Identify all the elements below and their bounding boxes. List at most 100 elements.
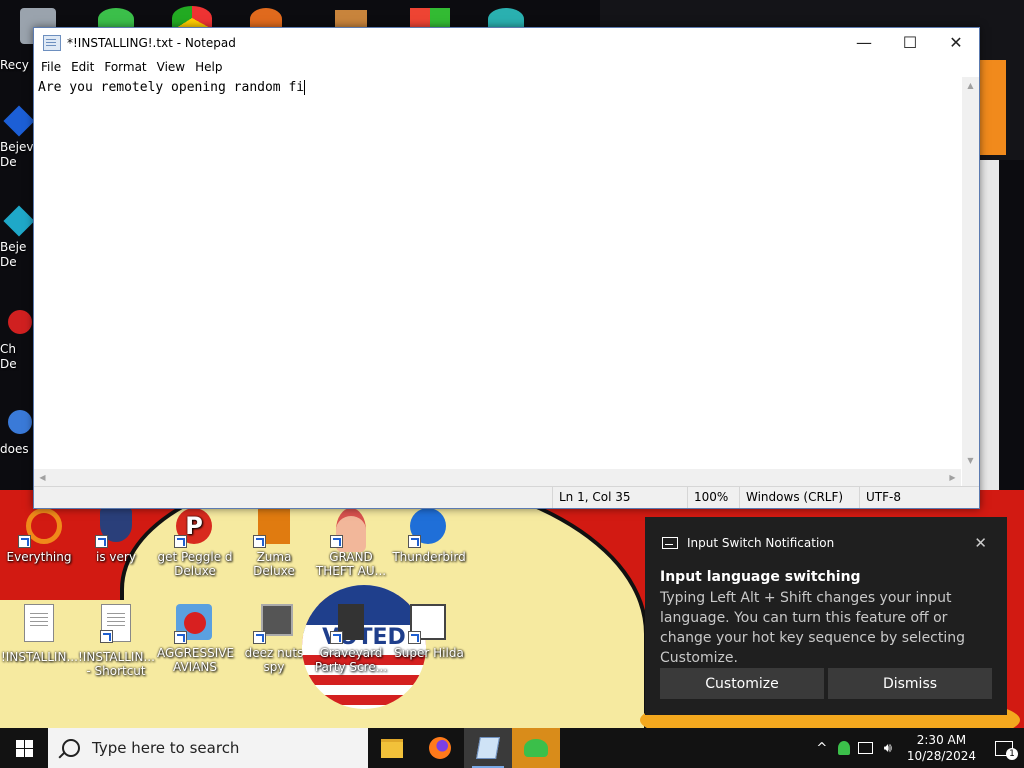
editor-content: Are you remotely opening random fi — [38, 80, 305, 95]
magnifier-icon — [18, 508, 62, 548]
thunderbird-icon — [408, 508, 448, 548]
gem-icon — [3, 205, 35, 237]
toast-title: Input language switching — [660, 569, 861, 585]
people-icon[interactable] — [833, 728, 855, 768]
horizontal-scrollbar[interactable]: ◀ ▶ — [34, 469, 961, 486]
toast-header: Input Switch Notification — [662, 536, 834, 550]
notepad-icon — [43, 34, 61, 51]
scroll-right-arrow-icon[interactable]: ▶ — [944, 469, 961, 486]
desktop-label: is very — [96, 550, 136, 564]
scroll-down-arrow-icon[interactable]: ▼ — [962, 452, 979, 469]
title-bar[interactable]: *!INSTALLING!.txt - Notepad — ☐ ✕ — [34, 28, 979, 57]
status-bar: Ln 1, Col 35 100% Windows (CRLF) UTF-8 — [34, 486, 979, 508]
notification-count-badge: 1 — [1006, 748, 1018, 760]
desktop-label: Zuma Deluxe — [253, 550, 295, 578]
desktop-icon-thunderbird[interactable]: Thunderbird — [391, 508, 467, 564]
clock-time: 2:30 AM — [916, 733, 967, 747]
desktop-label: !INSTALLIN... - Shortcut — [78, 650, 155, 678]
search-icon — [62, 739, 80, 757]
text-file-icon — [24, 604, 54, 642]
background-window-edge — [976, 60, 1006, 155]
desktop-label: !INSTALLIN... — [1, 650, 78, 664]
app-taskbar-button[interactable] — [512, 728, 560, 768]
desktop-label: deez nuts spy — [244, 646, 304, 674]
menu-edit[interactable]: Edit — [66, 60, 99, 74]
pixel-character-icon — [408, 604, 448, 644]
vertical-scrollbar[interactable]: ▲ ▼ — [962, 77, 979, 469]
desktop-icon-is-very[interactable]: is very — [78, 508, 154, 564]
desktop-icon-peggle[interactable]: P get Peggle d Deluxe — [157, 508, 233, 578]
desktop-icon-zuma[interactable]: Zuma Deluxe — [236, 508, 312, 578]
status-cursor-position: Ln 1, Col 35 — [552, 487, 687, 508]
chevron-up-icon[interactable]: ^ — [811, 728, 833, 768]
scroll-left-arrow-icon[interactable]: ◀ — [34, 469, 51, 486]
desktop-label: AGGRESSIVE AVIANS — [157, 646, 235, 674]
keyboard-icon — [662, 537, 678, 549]
app-icon-blue — [8, 410, 32, 434]
close-icon[interactable]: ✕ — [974, 534, 987, 552]
customize-button[interactable]: Customize — [660, 668, 824, 699]
input-switch-notification[interactable]: Input Switch Notification ✕ Input langua… — [645, 517, 1007, 715]
desktop-icon-deez-nuts-spy[interactable]: deez nuts spy — [236, 604, 312, 674]
desktop-icon-installing[interactable]: !INSTALLIN... — [1, 604, 78, 664]
clock-date: 10/28/2024 — [906, 749, 976, 763]
toast-app-name: Input Switch Notification — [687, 536, 835, 550]
system-tray: ^ 🔊︎ 2:30 AM 10/28/2024 1 — [811, 728, 1024, 768]
window-title: *!INSTALLING!.txt - Notepad — [67, 35, 236, 50]
volume-icon[interactable]: 🔊︎ — [877, 728, 899, 768]
scroll-corner — [962, 469, 979, 486]
shield-icon — [95, 508, 135, 548]
menu-file[interactable]: File — [36, 60, 66, 74]
character-icon — [330, 508, 370, 552]
toast-body: Typing Left Alt + Shift changes your inp… — [660, 590, 966, 666]
desktop-icon-super-hilda[interactable]: Super Hilda — [391, 604, 467, 660]
desktop-icon-aggressive-avians[interactable]: AGGRESSIVE AVIANS — [157, 604, 235, 674]
gem-icon — [3, 105, 35, 137]
menu-help[interactable]: Help — [190, 60, 227, 74]
minimize-button[interactable]: — — [841, 28, 887, 57]
zuma-icon — [253, 508, 293, 548]
clock[interactable]: 2:30 AM 10/28/2024 — [899, 732, 984, 764]
notepad-window[interactable]: *!INSTALLING!.txt - Notepad — ☐ ✕ File E… — [33, 27, 980, 509]
peggle-icon: P — [174, 508, 214, 548]
firefox-button[interactable] — [416, 728, 464, 768]
desktop-icon-everything[interactable]: Everything — [1, 508, 77, 564]
notepad-icon — [476, 737, 500, 759]
menu-bar: File Edit Format View Help — [34, 57, 979, 77]
maximize-button[interactable]: ☐ — [887, 28, 933, 57]
angry-bird-icon — [174, 604, 214, 644]
menu-view[interactable]: View — [152, 60, 190, 74]
desktop-label: Super Hilda — [394, 646, 464, 660]
network-icon[interactable] — [855, 728, 877, 768]
text-caret — [304, 80, 306, 95]
desktop-label: Graveyard Party Scre... — [314, 646, 388, 674]
action-center-button[interactable]: 1 — [984, 728, 1024, 768]
desktop-label: get Peggle d Deluxe — [157, 550, 233, 578]
menu-format[interactable]: Format — [99, 60, 151, 74]
file-explorer-button[interactable] — [368, 728, 416, 768]
text-file-icon — [100, 604, 131, 643]
start-button[interactable] — [0, 728, 48, 768]
desktop-icon-gta[interactable]: GRAND THEFT AU... — [313, 508, 389, 578]
windows-stack-icon — [253, 604, 293, 644]
game-icon — [330, 604, 370, 644]
text-editor[interactable]: Are you remotely opening random fi — [34, 77, 961, 469]
search-box[interactable]: Type here to search — [48, 728, 368, 768]
desktop-icon-installing-shortcut[interactable]: !INSTALLIN... - Shortcut — [78, 604, 155, 678]
users-icon — [524, 739, 548, 757]
taskbar: Type here to search ^ 🔊︎ 2:30 AM 10/28/2… — [0, 728, 1024, 768]
desktop-icon-graveyard-party[interactable]: Graveyard Party Scre... — [313, 604, 389, 674]
desktop-label: Everything — [6, 550, 72, 564]
folder-icon — [381, 738, 403, 758]
search-placeholder: Type here to search — [92, 739, 240, 757]
notepad-taskbar-button[interactable] — [464, 728, 512, 768]
windows-logo-icon — [15, 739, 33, 757]
scroll-up-arrow-icon[interactable]: ▲ — [962, 77, 979, 94]
desktop-label: Thunderbird — [392, 550, 466, 564]
status-line-ending: Windows (CRLF) — [739, 487, 859, 508]
desktop-label: GRAND THEFT AU... — [315, 550, 387, 578]
dismiss-button[interactable]: Dismiss — [828, 668, 992, 699]
close-button[interactable]: ✕ — [933, 28, 979, 57]
status-encoding: UTF-8 — [859, 487, 979, 508]
firefox-icon — [429, 737, 451, 759]
